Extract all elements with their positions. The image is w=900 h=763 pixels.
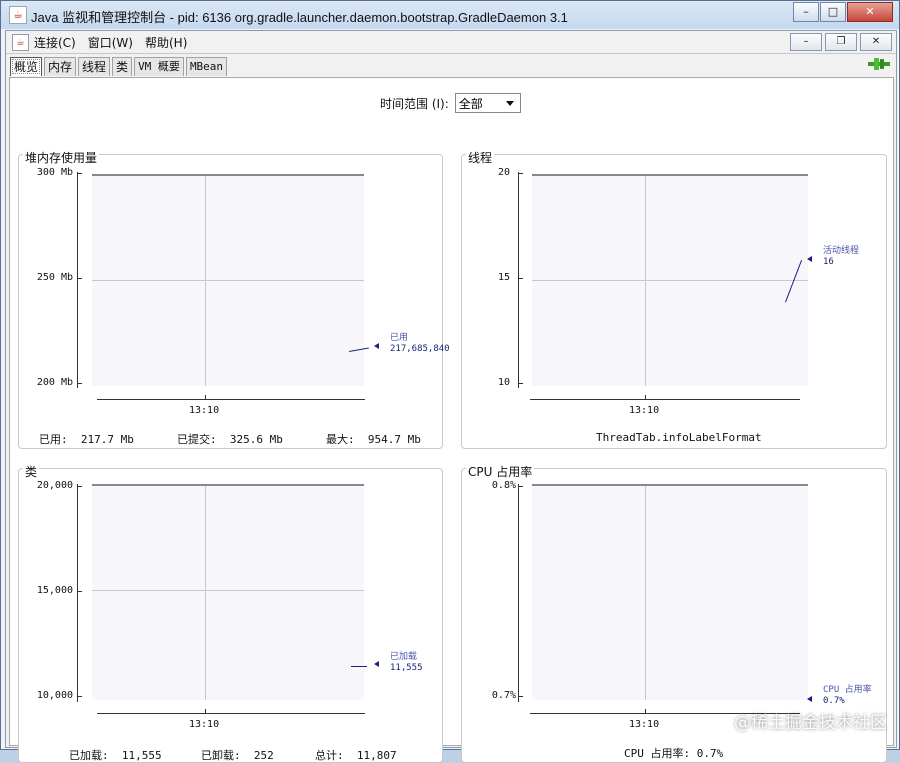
- legend-marker: [374, 343, 379, 349]
- legend-value: 0.7%: [823, 696, 845, 706]
- title-bar[interactable]: ☕ Java 监视和管理控制台 - pid: 6136 org.gradle.l…: [1, 1, 899, 29]
- heap-used-stat: 已用: 217.7 Mb: [39, 433, 134, 446]
- classes-loaded-stat: 已加载: 11,555: [69, 749, 162, 762]
- frame-restore-button[interactable]: ❐: [825, 33, 857, 51]
- y-tick-label: 10,000: [36, 690, 73, 701]
- watermark: @稀土掘金技术社区: [734, 713, 887, 733]
- legend-name: 活动线程: [823, 246, 860, 256]
- minimize-button[interactable]: –: [793, 2, 819, 22]
- x-tick-label: 13:10: [189, 719, 220, 730]
- tab-memory[interactable]: 内存: [44, 57, 77, 76]
- classes-plot-area[interactable]: [92, 484, 364, 700]
- y-tick-label: 15,000: [36, 585, 73, 596]
- classes-legend: 已加载 11,555: [390, 652, 423, 674]
- menu-window[interactable]: 窗口(W): [88, 34, 133, 51]
- connection-status-icon: [868, 58, 890, 70]
- window-controls: – □ ✕: [792, 2, 893, 22]
- loaded-classes-series-line: [351, 666, 367, 667]
- java-icon[interactable]: ☕: [12, 34, 29, 51]
- tab-overview[interactable]: 概览: [10, 57, 43, 76]
- cpu-legend: CPU 占用率 0.7%: [823, 685, 872, 707]
- y-tick-label: 0.8%: [491, 480, 516, 491]
- tab-threads[interactable]: 线程: [78, 57, 111, 76]
- legend-value: 11,555: [390, 663, 423, 673]
- heap-memory-panel: 堆内存使用量 300 Mb 250 Mb 200 Mb 13:10 已用 217…: [18, 149, 450, 449]
- tab-vm-summary[interactable]: VM 概要: [134, 57, 184, 76]
- heap-committed-stat: 已提交: 325.6 Mb: [177, 433, 283, 446]
- cpu-usage-label: CPU 占用率: 0.7%: [624, 747, 724, 760]
- threads-title: 线程: [466, 149, 495, 166]
- y-tick-label: 15: [497, 272, 510, 283]
- menu-help[interactable]: 帮助(H): [145, 34, 187, 51]
- menu-connect[interactable]: 连接(C): [34, 34, 76, 51]
- y-tick-label: 20: [497, 167, 510, 178]
- y-tick-label: 250 Mb: [36, 272, 73, 283]
- time-range-value: 全部: [458, 97, 483, 111]
- window-title: Java 监视和管理控制台 - pid: 6136 org.gradle.lau…: [31, 10, 568, 25]
- x-tick-label: 13:10: [629, 719, 660, 730]
- legend-value: 217,685,840: [390, 344, 450, 354]
- tab-bar: 概览 内存 线程 类 VM 概要 MBean: [10, 57, 229, 77]
- internal-frame: ☕ 连接(C) 窗口(W) 帮助(H) – ❐ ✕ 概览 内存 线程 类 VM …: [5, 30, 897, 763]
- x-tick-label: 13:10: [189, 405, 220, 416]
- app-window: ☕ Java 监视和管理控制台 - pid: 6136 org.gradle.l…: [0, 0, 900, 763]
- threads-info-label: ThreadTab.infoLabelFormat: [596, 431, 762, 444]
- classes-panel: 类 20,000 15,000 10,000 13:10 已加载 11,555 …: [18, 463, 443, 763]
- overview-panel: 时间范围 (I): 全部 堆内存使用量 300 Mb 250 Mb 200 Mb…: [9, 77, 894, 763]
- legend-name: CPU 占用率: [823, 685, 872, 695]
- frame-controls: – ❐ ✕: [787, 33, 892, 51]
- classes-title: 类: [23, 463, 40, 480]
- classes-total-stat: 总计: 11,807: [315, 749, 397, 762]
- maximize-button[interactable]: □: [820, 2, 846, 22]
- legend-name: 已加载: [390, 652, 418, 662]
- legend-marker: [374, 661, 379, 667]
- cpu-usage-title: CPU 占用率: [466, 463, 535, 480]
- x-tick-label: 13:10: [629, 405, 660, 416]
- y-tick-label: 200 Mb: [36, 377, 73, 388]
- time-range-label: 时间范围 (I):: [380, 96, 449, 111]
- close-button[interactable]: ✕: [847, 2, 893, 22]
- heap-plot-area[interactable]: [92, 174, 364, 386]
- y-tick-label: 10: [497, 377, 510, 388]
- threads-legend: 活动线程 16: [823, 246, 859, 268]
- legend-value: 16: [823, 257, 834, 267]
- cpu-plot-area[interactable]: [532, 484, 808, 700]
- java-icon: ☕: [9, 6, 27, 24]
- legend-marker: [807, 256, 812, 262]
- heap-memory-title: 堆内存使用量: [23, 149, 100, 166]
- tab-classes[interactable]: 类: [112, 57, 133, 76]
- frame-close-button[interactable]: ✕: [860, 33, 892, 51]
- time-range-control: 时间范围 (I): 全部: [380, 93, 521, 113]
- heap-legend: 已用 217,685,840: [390, 333, 450, 355]
- heap-max-stat: 最大: 954.7 Mb: [326, 433, 421, 446]
- menu-bar: ☕ 连接(C) 窗口(W) 帮助(H) – ❐ ✕: [6, 31, 896, 54]
- legend-name: 已用: [390, 333, 409, 343]
- y-tick-label: 20,000: [36, 480, 73, 491]
- threads-panel: 线程 20 15 10 13:10 活动线程 16 ThreadTab.info…: [461, 149, 887, 449]
- y-tick-label: 300 Mb: [36, 167, 73, 178]
- chevron-down-icon: [505, 101, 514, 106]
- y-tick-label: 0.7%: [491, 690, 516, 701]
- threads-plot-area[interactable]: [532, 174, 808, 386]
- time-range-select[interactable]: 全部: [454, 93, 521, 113]
- frame-minimize-button[interactable]: –: [790, 33, 822, 51]
- tab-mbean[interactable]: MBean: [185, 57, 228, 76]
- legend-marker: [807, 696, 812, 702]
- classes-unloaded-stat: 已卸载: 252: [201, 749, 274, 762]
